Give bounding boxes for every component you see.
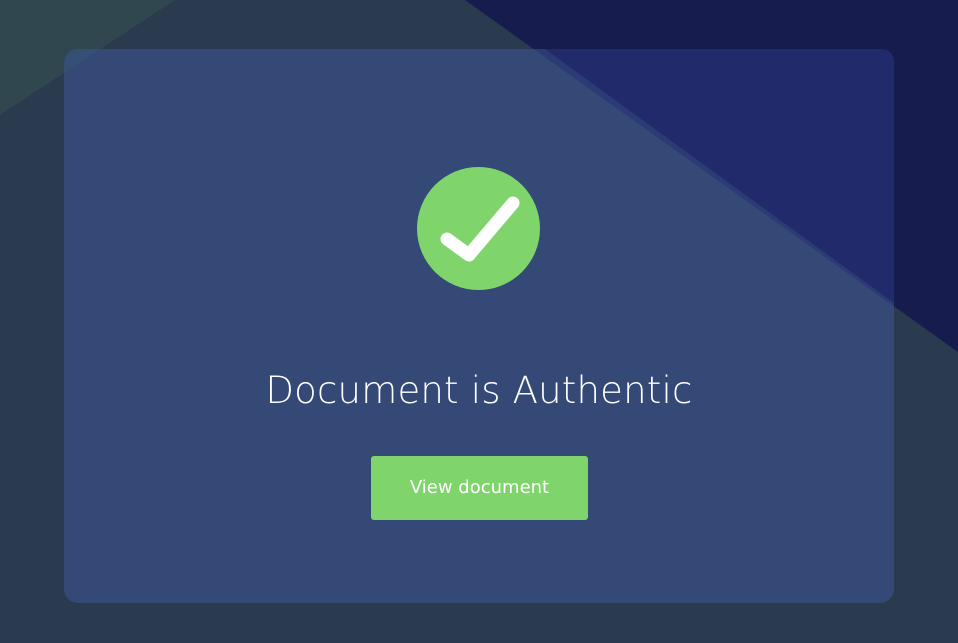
verification-page: Document is Authentic View document <box>0 0 958 643</box>
check-circle-icon <box>417 167 540 290</box>
card-navy-shape <box>545 49 894 303</box>
view-document-button[interactable]: View document <box>371 456 588 520</box>
card-overlay-shapes <box>545 49 894 303</box>
status-title: Document is Authentic <box>265 369 693 412</box>
